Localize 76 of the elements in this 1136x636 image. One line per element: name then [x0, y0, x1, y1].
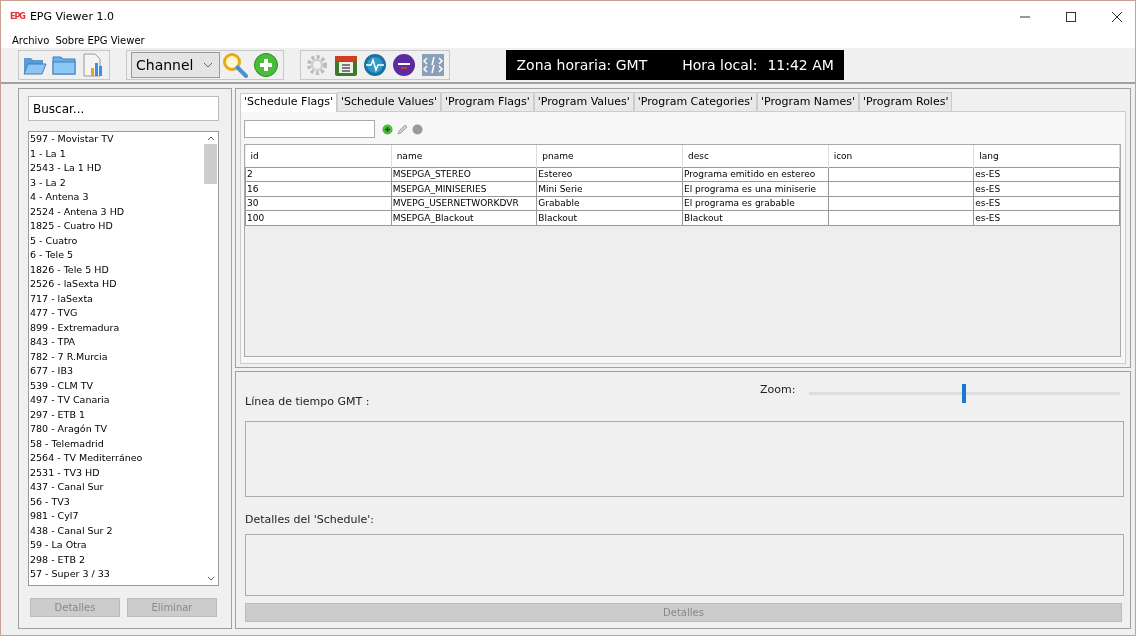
column-header[interactable]: pname	[536, 145, 683, 167]
channel-item[interactable]: 597 - Movistar TV	[30, 132, 203, 147]
channel-item[interactable]: 780 - Aragón TV	[30, 422, 203, 437]
channel-item[interactable]: 59 - La Otra	[30, 538, 203, 553]
scroll-up-icon[interactable]	[206, 135, 215, 141]
channel-item[interactable]: 298 - ETB 2	[30, 552, 203, 567]
timezone-label: Zona horaria: GMT	[516, 56, 648, 73]
timeline-label: Línea de tiempo GMT :	[245, 395, 370, 408]
zoom-label: Zoom:	[760, 383, 796, 396]
tab[interactable]: 'Schedule Values'	[336, 92, 441, 111]
column-header[interactable]: icon	[828, 145, 974, 167]
add-icon[interactable]	[253, 51, 280, 78]
scrollbar-thumb[interactable]	[204, 144, 217, 184]
tab[interactable]: 'Program Roles'	[859, 92, 953, 111]
menu-item[interactable]: Archivo	[12, 34, 50, 46]
local-time-label: Hora local:	[682, 56, 758, 73]
channel-item[interactable]: 2531 - TV3 HD	[30, 465, 203, 480]
channel-dropdown[interactable]: Channel	[131, 51, 221, 78]
channel-item[interactable]: 477 - TVG	[30, 306, 203, 321]
details-label: Detalles del 'Schedule':	[245, 513, 375, 526]
channel-item[interactable]: 899 - Extremadura	[30, 320, 203, 335]
tab[interactable]: 'Program Categories'	[633, 92, 757, 111]
channel-item[interactable]: 497 - TV Canaria	[30, 393, 203, 408]
channel-item[interactable]: 1 - La 1	[30, 146, 203, 161]
channel-item[interactable]: 6 - Tele 5	[30, 248, 203, 263]
table-cell: MSEPGA_STEREO	[391, 167, 537, 182]
channel-item[interactable]: 1825 - Cuatro HD	[30, 219, 203, 234]
channel-item[interactable]: 4 - Antena 3	[30, 190, 203, 205]
folder-icon[interactable]	[52, 53, 76, 76]
channel-item[interactable]: 297 - ETB 1	[30, 407, 203, 422]
column-header[interactable]: desc	[682, 145, 829, 167]
channel-item[interactable]: 438 - Canal Sur 2	[30, 523, 203, 538]
channel-item[interactable]: 57 - Super 3 / 33	[30, 567, 203, 582]
channel-item[interactable]: 782 - 7 R.Murcia	[30, 349, 203, 364]
remove-icon[interactable]	[412, 123, 423, 135]
column-header[interactable]: lang	[973, 145, 1120, 167]
tab[interactable]: 'Program Flags'	[440, 92, 534, 111]
chevron-down-icon	[203, 60, 214, 69]
channel-item[interactable]: 717 - laSexta	[30, 291, 203, 306]
channel-item[interactable]: 2524 - Antena 3 HD	[30, 204, 203, 219]
channel-item[interactable]: 677 - IB3	[30, 364, 203, 379]
maximize-icon[interactable]	[1065, 10, 1077, 23]
channel-item[interactable]: 843 - TPA	[30, 335, 203, 350]
channel-item[interactable]: 981 - Cyl7	[30, 509, 203, 524]
channel-item[interactable]: 437 - Canal Sur	[30, 480, 203, 495]
search-icon[interactable]	[222, 51, 249, 78]
channel-item[interactable]: 2526 - laSexta HD	[30, 277, 203, 292]
channel-item[interactable]: 56 - TV3	[30, 494, 203, 509]
table-cell: Programa emitido en estereo	[682, 167, 829, 182]
bar-chart-document-icon[interactable]	[81, 52, 105, 77]
channel-item[interactable]: 539 - CLM TV	[30, 378, 203, 393]
tab[interactable]: 'Schedule Flags'	[240, 93, 337, 112]
app-logo: EPG	[10, 12, 25, 22]
table-cell: 2	[245, 167, 392, 182]
column-header[interactable]: name	[391, 145, 537, 167]
channel-item[interactable]: 2543 - La 1 HD	[30, 161, 203, 176]
channel-item[interactable]: 3 - La 2	[30, 175, 203, 190]
tab[interactable]: 'Program Values'	[533, 92, 634, 111]
slider-thumb[interactable]	[961, 384, 966, 403]
channel-item[interactable]: 2564 - TV Mediterráneo	[30, 451, 203, 466]
menu-item[interactable]: Sobre EPG Viewer	[55, 34, 145, 46]
channel-item[interactable]: 5 - Cuatro	[30, 233, 203, 248]
close-icon[interactable]	[1111, 10, 1123, 23]
filter-field[interactable]	[244, 120, 375, 138]
local-time: 11:42 AM	[767, 56, 834, 73]
scroll-down-icon[interactable]	[206, 576, 215, 582]
search-field[interactable]: Buscar...	[28, 96, 219, 121]
table-cell: Estereo	[536, 167, 683, 182]
table-cell: es-ES	[973, 167, 1120, 182]
add-icon[interactable]	[382, 123, 393, 135]
column-header[interactable]: id	[245, 145, 392, 167]
window-title: EPG Viewer 1.0	[29, 10, 115, 24]
channel-item[interactable]: 1826 - Tele 5 HD	[30, 262, 203, 277]
pulse-icon[interactable]	[363, 52, 388, 77]
tab[interactable]: 'Program Names'	[756, 92, 860, 111]
channel-item[interactable]: 58 - Telemadrid	[30, 436, 203, 451]
